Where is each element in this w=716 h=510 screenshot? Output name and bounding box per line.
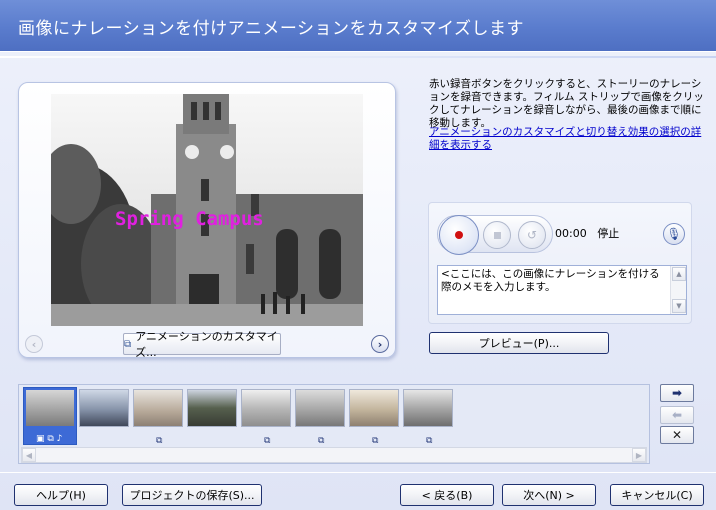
animation-icon: ⧉ — [318, 436, 325, 446]
move-right-button[interactable]: ➡ — [660, 384, 694, 402]
filmstrip-thumbnail-1[interactable]: ▣ ⧉ ♪ — [23, 387, 77, 445]
filmstrip-thumbnail-7[interactable]: ⧉ — [349, 389, 399, 446]
page-title: 画像にナレーションを付けアニメーションをカスタマイズします — [18, 19, 524, 39]
microphone-icon: 🎙 — [666, 227, 682, 241]
thumbnail-image — [134, 390, 182, 426]
move-left-button: ⬅ — [660, 406, 694, 424]
next-image-button[interactable]: › — [371, 335, 389, 353]
save-project-button[interactable]: プロジェクトの保存(S)... — [122, 484, 262, 506]
previous-image-button[interactable]: ‹ — [25, 335, 43, 353]
microphone-button[interactable]: 🎙 — [663, 223, 685, 245]
chevron-right-icon: › — [377, 337, 383, 351]
instructions-text: 赤い録音ボタンをクリックすると、ストーリーのナレーションを録音できます。フィルム… — [429, 78, 704, 129]
preview-photo: Spring Campus — [51, 94, 363, 326]
filmstrip-thumbnail-3[interactable]: ⧉ — [133, 389, 183, 446]
preview-panel: Spring Campus ‹ ⧉ アニメーションのカスタマイズ... › — [18, 82, 396, 359]
filmstrip-thumbnail-5[interactable]: ⧉ — [241, 389, 291, 446]
filmstrip-scrollbar[interactable]: ◀ ▶ — [21, 447, 647, 463]
help-button[interactable]: ヘルプ(H) — [14, 484, 108, 506]
arrow-right-icon: ➡ — [671, 386, 683, 400]
scroll-right-icon[interactable]: ▶ — [632, 448, 646, 462]
narration-panel: ↺ 00:00 停止 🎙 <ここには、この画像にナレーションを付ける際のメモを入… — [428, 202, 692, 324]
filmstrip: ▣ ⧉ ♪ ⧉ ⧉ ⧉ ⧉ ⧉ ◀ ▶ — [18, 384, 650, 464]
record-time: 00:00 — [555, 227, 587, 240]
customize-animation-button[interactable]: ⧉ アニメーションのカスタマイズ... — [123, 330, 281, 359]
record-time-status: 00:00 停止 — [555, 225, 619, 241]
footer-divider — [0, 472, 716, 473]
customize-animation-label: アニメーションのカスタマイズ... — [135, 330, 278, 359]
wizard-header: 画像にナレーションを付けアニメーションをカスタマイズします — [0, 0, 716, 52]
filmstrip-thumbnail-4[interactable] — [187, 389, 237, 427]
animation-icon: ⧉ — [156, 436, 163, 446]
narration-icon: ▣ ⧉ ♪ — [36, 434, 63, 444]
memo-scrollbar[interactable]: ▲ ▼ — [670, 266, 686, 314]
narration-memo-input[interactable]: <ここには、この画像にナレーションを付ける際のメモを入力します。 — [437, 265, 687, 315]
animation-icon: ⧉ — [426, 436, 433, 446]
next-button[interactable]: 次へ(N) > — [502, 484, 596, 506]
scroll-down-icon[interactable]: ▼ — [672, 299, 686, 313]
stop-button — [483, 221, 511, 249]
back-button[interactable]: < 戻る(B) — [400, 484, 494, 506]
rewind-button: ↺ — [518, 221, 546, 249]
filmstrip-thumbnail-6[interactable]: ⧉ — [295, 389, 345, 446]
record-button[interactable] — [439, 215, 479, 255]
animation-icon: ⧉ — [264, 436, 271, 446]
thumbnail-image — [242, 390, 290, 426]
remove-button[interactable]: ✕ — [660, 426, 694, 444]
arrow-left-icon: ⬅ — [671, 408, 683, 422]
thumbnail-image — [188, 390, 236, 426]
cancel-button[interactable]: キャンセル(C) — [610, 484, 704, 506]
undo-icon: ↺ — [526, 228, 538, 242]
thumbnail-image — [350, 390, 398, 426]
header-divider — [0, 56, 716, 58]
scroll-up-icon[interactable]: ▲ — [672, 267, 686, 281]
stop-icon — [493, 231, 501, 239]
thumbnail-image — [26, 390, 74, 426]
filmstrip-thumbnail-8[interactable]: ⧉ — [403, 389, 453, 446]
photo-caption-text: Spring Campus — [115, 208, 264, 230]
thumbnail-image — [80, 390, 128, 426]
thumbnail-image — [296, 390, 344, 426]
details-link[interactable]: アニメーションのカスタマイズと切り替え効果の選択の詳細を表示する — [429, 126, 711, 152]
animation-icon: ⧉ — [372, 436, 379, 446]
record-icon — [455, 231, 463, 239]
preview-button[interactable]: プレビュー(P)... — [429, 332, 609, 354]
chevron-left-icon: ‹ — [31, 337, 37, 351]
animation-icon: ⧉ — [124, 338, 132, 350]
scroll-left-icon[interactable]: ◀ — [22, 448, 36, 462]
close-icon: ✕ — [671, 428, 683, 442]
thumbnail-image — [404, 390, 452, 426]
filmstrip-thumbnail-2[interactable] — [79, 389, 129, 427]
record-status: 停止 — [597, 227, 620, 240]
